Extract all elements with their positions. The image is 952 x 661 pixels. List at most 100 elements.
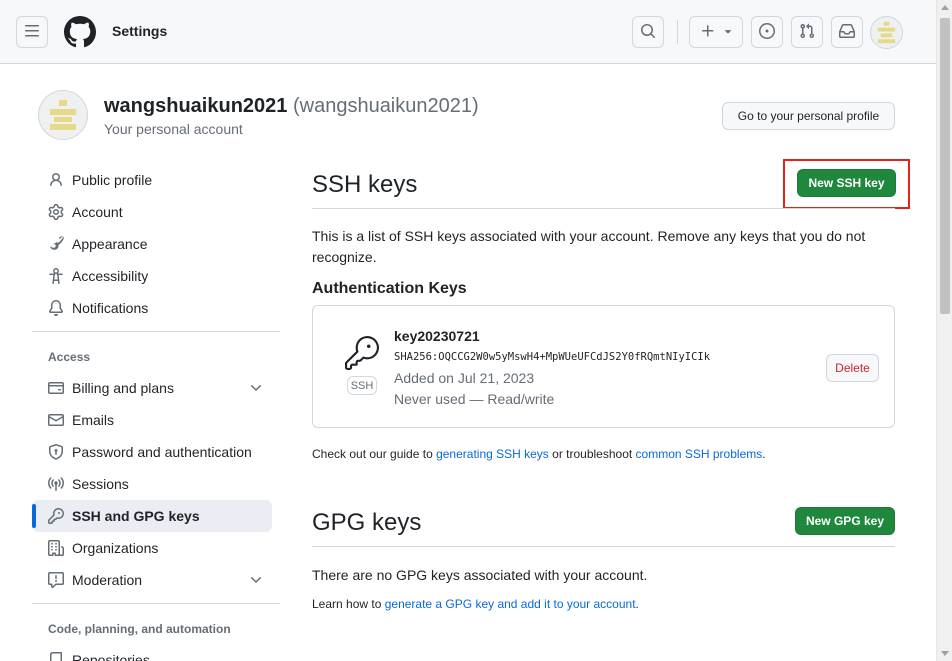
report-icon [48,572,64,588]
ssh-key-title: key20230721 [394,328,480,344]
section-divider [312,208,895,209]
guide-middle: or troubleshoot [548,447,636,461]
sidebar-item-moderation[interactable]: Moderation [32,564,272,596]
sidebar-divider [32,603,280,604]
create-new-button[interactable] [689,16,743,48]
sidebar-item-label: Repositories [72,652,150,661]
sidebar-item-sessions[interactable]: Sessions [32,468,272,500]
gpg-empty-message: There are no GPG keys associated with yo… [312,567,648,583]
section-divider [312,546,895,547]
account-subtitle: Your personal account [104,121,243,137]
sidebar-item-label: Appearance [72,236,148,252]
account-avatar [38,90,88,140]
ssh-keys-heading: SSH keys [312,171,418,198]
broadcast-icon [47,476,65,492]
sidebar-item-notifications[interactable]: Notifications [32,292,272,324]
sidebar-heading-access: Access [48,350,91,364]
search-icon [640,23,656,42]
sidebar-item-password[interactable]: Password and authentication [32,436,272,468]
paintbrush-icon [48,236,64,252]
generating-ssh-keys-link[interactable]: generating SSH keys [436,447,549,461]
sidebar-item-organizations[interactable]: Organizations [32,532,272,564]
chevron-down-icon[interactable] [248,572,264,588]
key-icon [345,336,379,370]
mail-icon [48,412,64,428]
menu-icon [24,23,40,42]
inbox-icon [839,23,855,42]
common-ssh-problems-link[interactable]: common SSH problems [636,447,763,461]
scroll-thumb[interactable] [940,18,950,314]
page-scrollbar[interactable] [936,0,952,661]
sidebar-item-billing[interactable]: Billing and plans [32,372,272,404]
app-header: Settings [0,0,936,64]
sidebar-item-label: Accessibility [72,268,149,284]
scroll-up-arrow[interactable] [941,5,949,10]
sidebar-heading-code: Code, planning, and automation [48,622,231,636]
ssh-description: This is a list of SSH keys associated wi… [312,228,866,265]
repo-icon [48,652,64,661]
page-title: Settings [112,23,168,39]
account-login: (wangshuaikun2021) [292,95,479,117]
issues-button[interactable] [751,16,783,48]
sidebar-item-account[interactable]: Account [32,196,272,228]
selected-indicator [32,504,36,528]
sidebar-item-ssh-gpg-keys[interactable]: SSH and GPG keys [32,500,272,532]
gear-icon [48,204,64,220]
gpg-keys-heading: GPG keys [312,509,422,536]
organization-icon [48,540,64,556]
sidebar-item-emails[interactable]: Emails [32,404,272,436]
sidebar-item-label: Password and authentication [72,444,252,460]
scroll-down-arrow[interactable] [941,651,949,656]
learn-suffix: . [635,597,639,611]
accessibility-icon [48,267,64,285]
github-logo[interactable] [64,16,96,48]
delete-ssh-key-button[interactable]: Delete [826,354,879,382]
sidebar-item-label: Account [72,204,123,220]
identicon [50,100,76,130]
plus-icon [700,23,716,42]
gpg-learn-text: Learn how to generate a GPG key and add … [312,597,639,611]
ssh-key-item: SSH key20230721 SHA256:OQCCG2W0w5yMswH4+… [312,305,895,428]
highlight-annotation [783,159,910,209]
shield-lock-icon [48,444,64,460]
avatar[interactable] [870,16,903,49]
sidebar-item-accessibility[interactable]: Accessibility [32,260,272,292]
ssh-key-usage: Never used — Read/write [394,391,555,407]
sidebar-item-label: Billing and plans [72,380,174,396]
guide-prefix: Check out our guide to [312,447,437,461]
account-name: wangshuaikun2021 (wangshuaikun2021) [104,95,479,118]
learn-prefix: Learn how to [312,597,385,611]
sidebar-item-label: Moderation [72,572,143,588]
sidebar-item-public-profile[interactable]: Public profile [32,164,272,196]
ssh-key-fingerprint: SHA256:OQCCG2W0w5yMswH4+MpWUeUFCdJS2Y0fR… [394,351,711,363]
pull-requests-button[interactable] [791,16,823,48]
search-button[interactable] [632,16,664,48]
authentication-keys-heading: Authentication Keys [312,280,467,297]
key-icon [48,508,64,524]
sidebar-item-label: SSH and GPG keys [72,508,200,524]
generate-gpg-key-link[interactable]: generate a GPG key and add it to your ac… [385,597,636,611]
ssh-type-label: SSH [347,376,377,395]
sidebar-item-label: Public profile [72,172,153,188]
new-gpg-key-button[interactable]: New GPG key [795,507,895,535]
inbox-button[interactable] [831,16,863,48]
identicon [877,21,896,44]
ssh-key-added-date: Added on Jul 21, 2023 [394,370,535,386]
guide-suffix: . [762,447,766,461]
issue-opened-icon [759,22,775,42]
account-username[interactable]: wangshuaikun2021 [104,95,287,117]
chevron-down-icon[interactable] [248,380,264,396]
sidebar-item-repositories[interactable]: Repositories [32,644,272,661]
header-divider [677,20,678,44]
go-to-profile-button[interactable]: Go to your personal profile [722,102,895,130]
sidebar-item-appearance[interactable]: Appearance [32,228,272,260]
sidebar-item-label: Notifications [72,300,149,316]
sidebar-item-label: Organizations [72,540,159,556]
triangle-down-icon [721,24,735,41]
sidebar-divider [32,331,280,332]
sidebar-item-label: Sessions [72,476,129,492]
menu-button[interactable] [16,16,48,48]
ssh-guide-text: Check out our guide to generating SSH ke… [312,447,766,461]
bell-icon [48,300,64,316]
git-pull-request-icon [799,23,815,42]
